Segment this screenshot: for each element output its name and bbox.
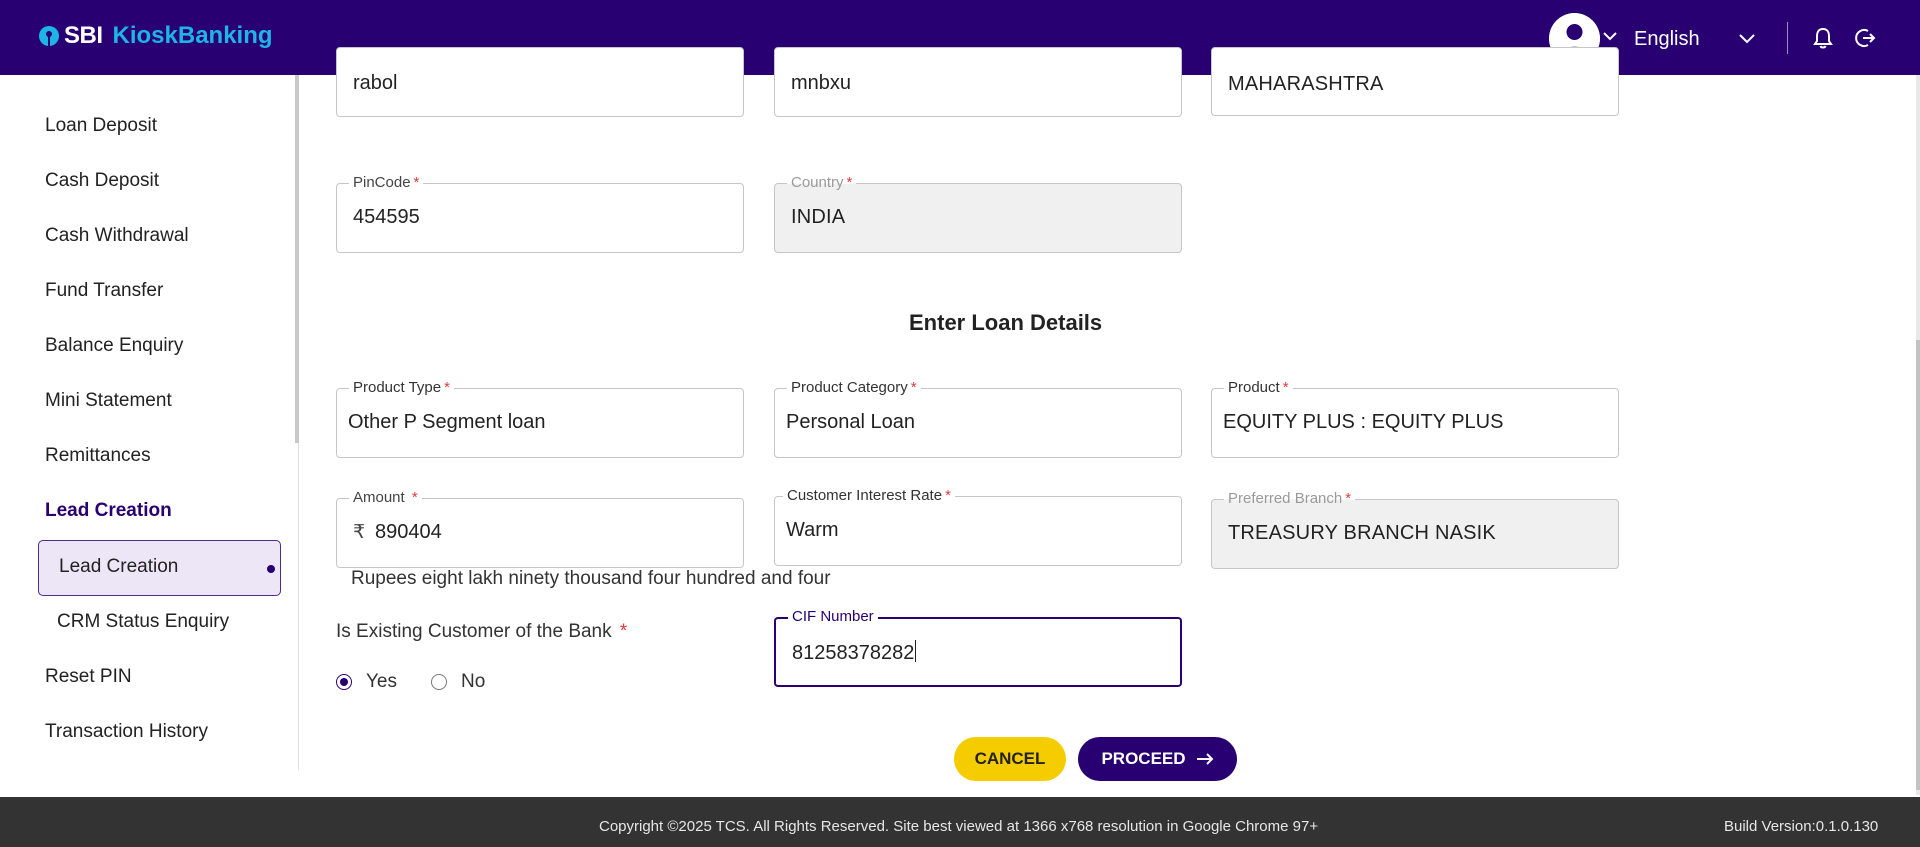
country-field: Country * INDIA <box>774 174 1182 253</box>
preferred-branch-field: Preferred Branch * TREASURY BRANCH NASIK <box>1211 490 1619 569</box>
sidebar-divider <box>298 443 299 770</box>
district-value: mnbxu <box>791 72 852 94</box>
product-value: EQUITY PLUS : EQUITY PLUS <box>1223 411 1504 433</box>
sidebar-item-remittances[interactable]: Remittances <box>45 445 151 467</box>
interest-rate-label: Customer Interest Rate * <box>783 487 955 504</box>
language-selector[interactable]: English <box>1634 28 1700 51</box>
state-field[interactable]: MAHARASHTRA <box>1211 47 1619 116</box>
yes-label: Yes <box>366 671 397 692</box>
sidebar-subitem-lead-creation[interactable]: Lead Creation <box>38 540 281 596</box>
product-type-field[interactable]: Product Type * Other P Segment loan <box>336 379 744 458</box>
pincode-value: 454595 <box>353 206 420 228</box>
cif-number-value: 81258378282 <box>792 640 917 664</box>
sidebar-subitem-label: Lead Creation <box>59 556 179 577</box>
logo-kiosk-text: KioskBanking <box>112 22 273 49</box>
city-field[interactable]: rabol <box>336 47 744 117</box>
build-version: Build Version:0.1.0.130 <box>1724 818 1879 835</box>
state-value: MAHARASHTRA <box>1228 73 1384 95</box>
chevron-down-icon[interactable] <box>1738 32 1756 44</box>
cif-number-label: CIF Number <box>788 608 878 625</box>
amount-label: Amount * <box>349 489 422 506</box>
header-divider <box>1787 22 1788 54</box>
product-type-value: Other P Segment loan <box>348 411 546 433</box>
district-field[interactable]: mnbxu <box>774 47 1182 117</box>
page-scrollbar-thumb[interactable] <box>1916 340 1920 790</box>
radio-unselected-icon[interactable] <box>431 674 447 690</box>
cif-number-field[interactable]: CIF Number 81258378282 <box>774 608 1182 687</box>
amount-value: 890404 <box>375 521 442 543</box>
product-category-value: Personal Loan <box>786 411 915 433</box>
product-category-label: Product Category * <box>787 379 921 396</box>
country-value: INDIA <box>791 206 846 228</box>
sidebar-item-balance-enquiry[interactable]: Balance Enquiry <box>45 335 183 357</box>
amount-in-words: Rupees eight lakh ninety thousand four h… <box>351 568 831 589</box>
sidebar-item-lead-creation[interactable]: Lead Creation <box>45 500 172 522</box>
sbi-kiosk-logo[interactable]: SBI KioskBanking <box>38 22 273 50</box>
no-label: No <box>461 671 486 692</box>
sidebar-scrollbar[interactable] <box>295 75 299 443</box>
proceed-button[interactable]: PROCEED <box>1078 737 1237 781</box>
pincode-label: PinCode * <box>349 174 424 191</box>
rupee-icon: ₹ <box>353 522 366 543</box>
product-label: Product * <box>1224 379 1293 396</box>
proceed-label: PROCEED <box>1101 749 1186 768</box>
chevron-down-icon[interactable] <box>1602 30 1618 42</box>
text-caret <box>915 640 917 662</box>
existing-customer-yes-radio[interactable]: Yes <box>336 671 397 693</box>
logo-sbi-text: SBI <box>64 22 103 49</box>
product-field[interactable]: Product * EQUITY PLUS : EQUITY PLUS <box>1211 379 1619 458</box>
bell-icon[interactable] <box>1812 26 1834 50</box>
copyright-text: Copyright ©2025 TCS. All Rights Reserved… <box>599 818 1319 835</box>
pincode-field[interactable]: PinCode * 454595 <box>336 174 744 253</box>
country-label: Country * <box>787 174 857 191</box>
sidebar-item-transaction-history[interactable]: Transaction History <box>45 721 208 743</box>
product-category-field[interactable]: Product Category * Personal Loan <box>774 379 1182 458</box>
sidebar-item-reset-pin[interactable]: Reset PIN <box>45 666 132 688</box>
existing-customer-no-radio[interactable]: No <box>431 671 485 693</box>
logout-icon[interactable] <box>1853 26 1877 50</box>
preferred-branch-label: Preferred Branch * <box>1224 490 1356 507</box>
sidebar-item-cash-withdrawal[interactable]: Cash Withdrawal <box>45 225 189 247</box>
loan-details-heading: Enter Loan Details <box>909 310 1103 335</box>
cancel-button[interactable]: CANCEL <box>954 737 1066 781</box>
sidebar-subitem-crm-status-enquiry[interactable]: CRM Status Enquiry <box>57 611 229 633</box>
sidebar-item-cash-deposit[interactable]: Cash Deposit <box>45 170 159 192</box>
product-type-label: Product Type * <box>349 379 454 396</box>
interest-rate-value: Warm <box>786 519 839 541</box>
sbi-logo-icon <box>39 26 59 46</box>
preferred-branch-value: TREASURY BRANCH NASIK <box>1228 522 1496 544</box>
cancel-label: CANCEL <box>974 749 1046 768</box>
sidebar-item-fund-transfer[interactable]: Fund Transfer <box>45 280 163 302</box>
sidebar-item-mini-statement[interactable]: Mini Statement <box>45 390 172 412</box>
active-indicator-dot <box>267 565 275 573</box>
sidebar-item-loan-deposit[interactable]: Loan Deposit <box>45 115 157 137</box>
radio-selected-icon[interactable] <box>336 674 352 690</box>
interest-rate-field[interactable]: Customer Interest Rate * Warm <box>774 487 1182 566</box>
existing-customer-label: Is Existing Customer of the Bank * <box>336 621 628 642</box>
city-value: rabol <box>353 72 398 94</box>
footer: Copyright ©2025 TCS. All Rights Reserved… <box>0 797 1920 847</box>
arrow-right-icon <box>1196 753 1213 765</box>
amount-field[interactable]: Amount * ₹ 890404 <box>336 489 744 568</box>
